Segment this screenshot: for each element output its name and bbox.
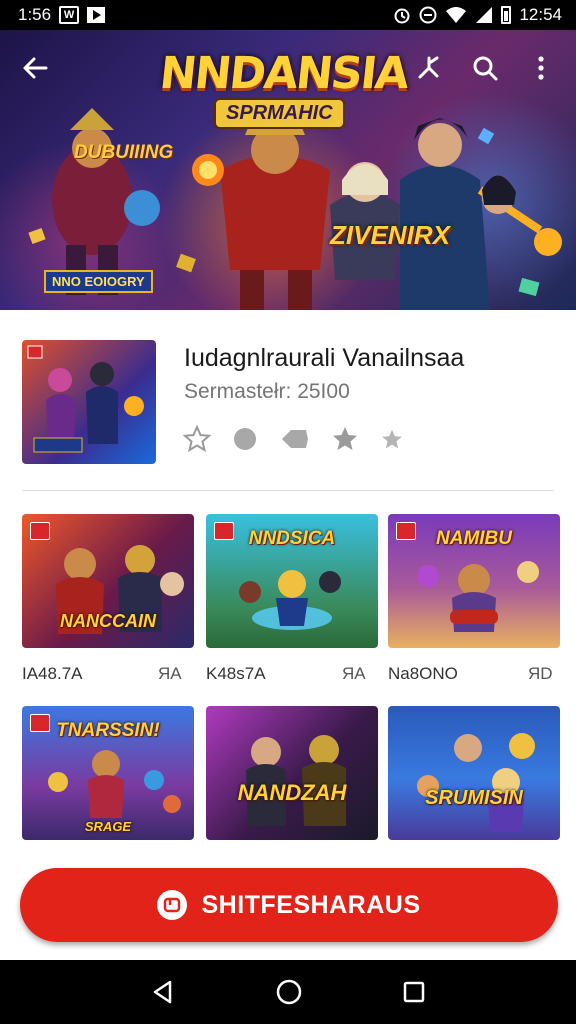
share-icon: [418, 56, 439, 79]
install-button-label: SHITFESHARAUS: [201, 890, 421, 919]
app-title: Iudagnlraurali Vanailnsaa: [184, 344, 465, 372]
app-logo-icon: [157, 890, 188, 920]
screenshot-card[interactable]: SRUMISIN: [388, 706, 560, 840]
arrow-left-icon: [23, 57, 48, 79]
rating-row: [182, 424, 406, 454]
install-button[interactable]: SHITFESHARAUS: [20, 868, 558, 942]
battery-icon: [501, 6, 512, 24]
share-button[interactable]: [412, 51, 446, 85]
recents-square-icon[interactable]: [402, 980, 426, 1004]
screenshot-label: Na8ONO: [388, 664, 458, 683]
app-info-section: Iudagnlraurali Vanailnsaa Sermastełr: 25…: [22, 340, 562, 466]
screenshot-caption: SRUMISIN: [425, 787, 523, 809]
hero-center-figure: [192, 100, 330, 310]
star-icon[interactable]: [330, 424, 360, 454]
game-logo-icon: [30, 522, 50, 540]
top-app-bar: [0, 30, 576, 106]
screenshot-label: K48s7A: [206, 664, 266, 683]
star-small-icon[interactable]: [378, 425, 406, 453]
screenshot-caption: NANDZAH: [237, 780, 347, 805]
app-thumbnail-art: [27, 345, 144, 453]
hero-right-figure: [400, 118, 562, 310]
more-vert-icon: [538, 56, 544, 80]
back-button[interactable]: [18, 51, 52, 85]
screenshot-bottom-caption: SRAGE: [84, 819, 132, 834]
screenshot-caption: TNARSSIN!: [56, 720, 160, 741]
section-divider: [22, 490, 554, 491]
circle-icon[interactable]: [230, 424, 260, 454]
home-circle-icon[interactable]: [275, 978, 303, 1006]
screenshot-meta: ЯD: [528, 664, 553, 683]
screenshot-label: IA48.7A: [22, 664, 83, 683]
wifi-icon: [445, 6, 467, 24]
system-nav-bar: [0, 960, 576, 1024]
banner-badge: NNO EOIOGRY: [44, 270, 153, 293]
screenshot-card[interactable]: NAMIBU: [388, 514, 560, 648]
top-app-bar-actions: [412, 51, 558, 85]
screenshot-art: [246, 735, 346, 826]
screenshot-caption: NAMIBU: [436, 528, 512, 549]
status-time-right: 12:54: [519, 5, 562, 24]
screenshot-card[interactable]: NANDZAH: [206, 706, 378, 840]
star-outline-icon[interactable]: [182, 424, 212, 454]
screenshot-art: [417, 733, 535, 832]
app-subtitle: Sermastełr: 25I00: [184, 380, 350, 403]
status-bar-left: 1:56 W: [18, 5, 106, 25]
gallery-icon: W: [59, 6, 80, 24]
banner-left-caption: DUBUIIING: [74, 142, 174, 163]
screenshot-meta: ЯA: [158, 664, 182, 683]
back-triangle-icon[interactable]: [150, 979, 176, 1005]
more-options-button[interactable]: [524, 51, 558, 85]
app-thumbnail[interactable]: [22, 340, 156, 464]
search-button[interactable]: [468, 51, 502, 85]
screenshot-card[interactable]: TNARSSIN! SRAGE: [22, 706, 194, 840]
alarm-icon: [393, 6, 411, 24]
screenshot-meta: ЯA: [342, 664, 366, 683]
signal-icon: [475, 6, 493, 24]
screenshot-card[interactable]: NNDSICA: [206, 514, 378, 648]
dnd-icon: [419, 6, 437, 24]
screenshot-card[interactable]: NANCCAIN: [22, 514, 194, 648]
status-bar-right: 12:54: [393, 5, 562, 25]
screenshot-caption: NNDSICA: [248, 528, 336, 549]
status-bar: 1:56 W 12:54: [0, 0, 576, 30]
play-store-icon: [87, 7, 106, 23]
hero-left-figure: [52, 108, 160, 295]
app-screen: 1:56 W 12:54 NNDANSIA SPRMAHIC DUBUIIING…: [0, 0, 576, 1024]
search-icon: [473, 56, 498, 81]
banner-right-caption: ZIVENIRX: [330, 220, 450, 250]
tag-icon[interactable]: [278, 424, 312, 454]
screenshot-caption: NANCCAIN: [60, 611, 156, 631]
status-time-left: 1:56: [18, 5, 52, 24]
